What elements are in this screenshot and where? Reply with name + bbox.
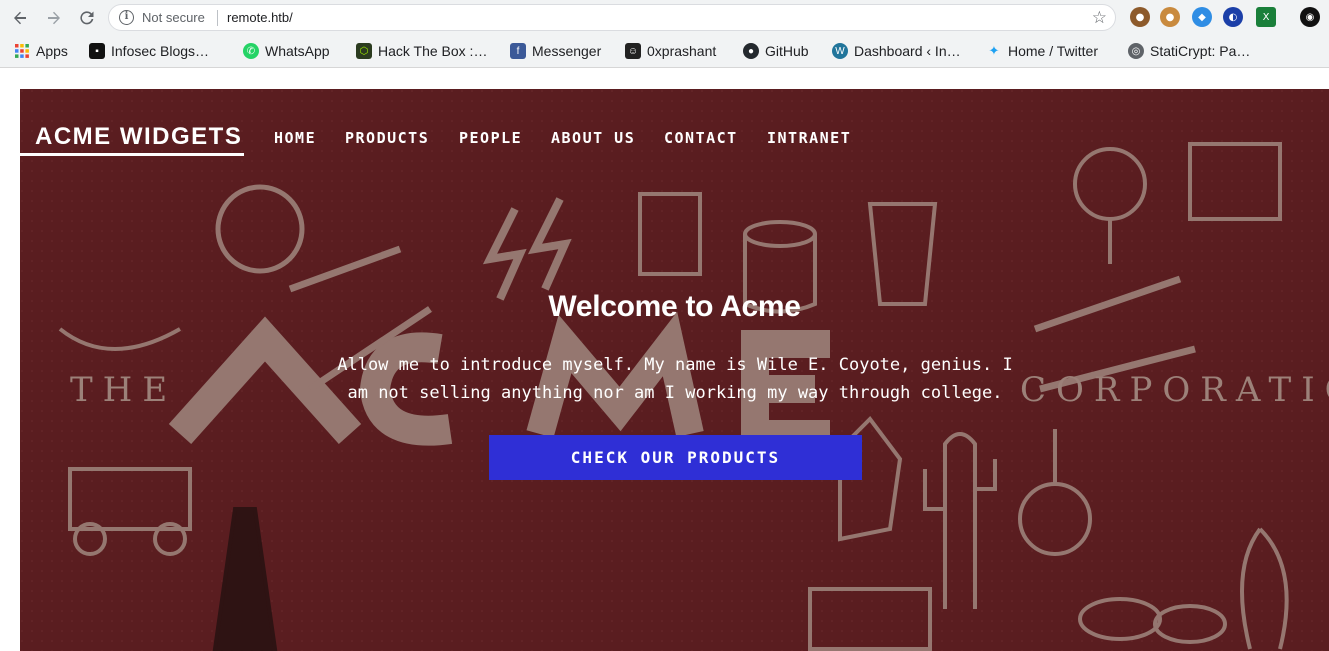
back-arrow-icon[interactable] — [8, 6, 32, 30]
bookmark-hackthebox[interactable]: ⬡ Hack The Box :… — [356, 41, 487, 61]
web-page: THE CORPORATION ACME WIDGETS HOME PRODUC… — [0, 69, 1329, 651]
bookmark-staticrypt[interactable]: ◎ StatiCrypt: Pa… — [1128, 41, 1250, 61]
user-icon: ☺ — [625, 43, 641, 59]
nav-people[interactable]: PEOPLE — [459, 129, 522, 147]
nav-contact[interactable]: CONTACT — [664, 129, 738, 147]
infosec-icon: ▪ — [89, 43, 105, 59]
nav-products[interactable]: PRODUCTS — [345, 129, 429, 147]
bookmark-messenger[interactable]: f Messenger — [510, 41, 601, 61]
cookie-extension-icon[interactable]: ● — [1130, 7, 1150, 27]
nav-intranet[interactable]: INTRANET — [767, 129, 851, 147]
bookmark-label: Infosec Blogs… — [111, 43, 210, 59]
wordpress-icon: W — [832, 43, 848, 59]
hero-intro: Allow me to introduce myself. My name is… — [310, 351, 1040, 407]
whatsapp-icon: ✆ — [243, 43, 259, 59]
hero-title: Welcome to Acme — [548, 290, 801, 323]
bookmark-label: StatiCrypt: Pa… — [1150, 43, 1251, 59]
excel-extension-icon[interactable]: X — [1256, 7, 1276, 27]
bookmark-label: Messenger — [532, 43, 602, 59]
bookmark-infosec[interactable]: ▪ Infosec Blogs… — [89, 41, 209, 61]
reload-icon[interactable] — [75, 6, 99, 30]
hero-intro-line: Allow me to introduce myself. My name is… — [337, 355, 1013, 375]
hero-section: THE CORPORATION ACME WIDGETS HOME PRODUC… — [20, 89, 1329, 651]
bookmark-label: WhatsApp — [265, 43, 330, 59]
site-info-icon[interactable]: i — [119, 10, 134, 25]
browser-toolbar: i Not secure remote.htb/ ☆ ● ● ◆ ◐ X ◉ — [0, 0, 1329, 35]
address-bar[interactable]: i Not secure remote.htb/ ☆ — [108, 4, 1116, 31]
bookmark-label: GitHub — [765, 43, 809, 59]
bg-text-the: THE — [70, 370, 177, 410]
blue-extension-icon[interactable]: ◐ — [1223, 7, 1243, 27]
bookmark-whatsapp[interactable]: ✆ WhatsApp — [243, 41, 330, 61]
bookmark-star-icon[interactable]: ☆ — [1092, 8, 1107, 28]
bookmark-label: Dashboard ‹ In… — [854, 43, 961, 59]
bookmark-label: Apps — [36, 43, 68, 59]
apps-grid-icon — [14, 43, 30, 59]
address-divider — [217, 10, 218, 26]
bookmark-dashboard[interactable]: W Dashboard ‹ In… — [832, 41, 961, 61]
check-products-button[interactable]: CHECK OUR PRODUCTS — [489, 435, 862, 480]
hackthebox-icon: ⬡ — [356, 43, 372, 59]
github-icon: ● — [743, 43, 759, 59]
bookmark-label: 0xprashant — [647, 43, 717, 59]
nav-about-us[interactable]: ABOUT US — [551, 129, 635, 147]
bookmarks-bar: Apps ▪ Infosec Blogs… ✆ WhatsApp ⬡ Hack … — [0, 35, 1329, 68]
profile-avatar-icon[interactable]: ◉ — [1300, 7, 1320, 27]
bookmark-label: Hack The Box :… — [378, 43, 488, 59]
brand-underline — [20, 153, 244, 156]
bookmark-github[interactable]: ● GitHub — [743, 41, 809, 61]
facebook-icon: f — [510, 43, 526, 59]
hero-intro-line: am not selling anything nor am I working… — [347, 383, 1003, 403]
bookmark-twitter[interactable]: ✦ Home / Twitter — [986, 41, 1098, 61]
bookmark-label: Home / Twitter — [1008, 43, 1098, 59]
forward-arrow-icon[interactable] — [42, 6, 66, 30]
staticrypt-icon: ◎ — [1128, 43, 1144, 59]
security-status[interactable]: Not secure — [142, 10, 205, 25]
bookmark-0xprashant[interactable]: ☺ 0xprashant — [625, 41, 716, 61]
wappalyzer-extension-icon[interactable]: ◆ — [1192, 7, 1212, 27]
cookie-editor-extension-icon[interactable]: ● — [1160, 7, 1180, 27]
bookmark-apps[interactable]: Apps — [14, 41, 68, 61]
twitter-icon: ✦ — [988, 43, 1000, 58]
brand-logo[interactable]: ACME WIDGETS — [35, 123, 242, 151]
bg-text-corporation: CORPORATION — [1020, 370, 1329, 410]
nav-home[interactable]: HOME — [274, 129, 316, 147]
url-text[interactable]: remote.htb/ — [227, 10, 293, 25]
